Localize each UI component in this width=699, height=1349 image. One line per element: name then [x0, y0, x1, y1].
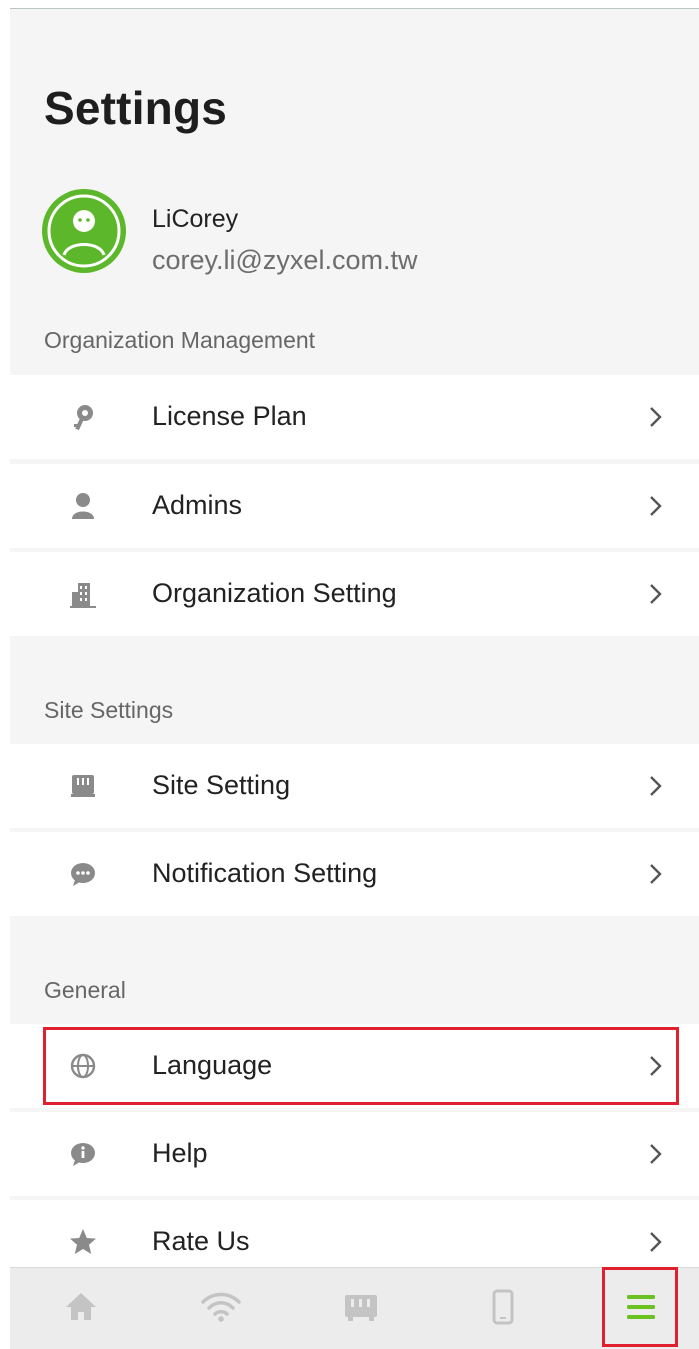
menu-item-label: Organization Setting	[152, 578, 397, 608]
user-email: corey.li@zyxel.com.tw	[152, 245, 418, 275]
page-title: Settings	[44, 82, 228, 134]
settings-screen: Settings LiCorey corey.li@zyxel.com.tw O…	[10, 9, 699, 1349]
menu-highlight-box	[602, 1267, 678, 1347]
chevron-right-icon	[650, 1144, 662, 1164]
person-icon	[68, 491, 98, 521]
menu-item-label: Notification Setting	[152, 858, 378, 888]
menu-item-label: Site Setting	[152, 770, 291, 800]
menu-item-label: Admins	[152, 490, 243, 520]
section-header-site: Site Settings	[44, 697, 174, 723]
avatar-icon	[42, 189, 126, 273]
menu-item-label: License Plan	[152, 401, 307, 431]
chevron-right-icon	[650, 496, 662, 516]
section-header-organization: Organization Management	[44, 327, 316, 353]
chevron-right-icon	[650, 776, 662, 796]
bottom-nav	[10, 1267, 699, 1349]
menu-item-notification-setting[interactable]: Notification Setting	[10, 832, 699, 916]
menu-item-organization-setting[interactable]: Organization Setting	[10, 552, 699, 636]
menu-item-label: Help	[152, 1138, 208, 1168]
chevron-right-icon	[650, 584, 662, 604]
star-icon	[68, 1227, 98, 1257]
menu-item-help[interactable]: Help	[10, 1112, 699, 1196]
menu-item-label: Rate Us	[152, 1226, 250, 1256]
nav-devices[interactable]	[336, 1282, 386, 1332]
wifi-icon	[201, 1292, 241, 1322]
chat-bubble-icon	[68, 859, 98, 889]
chevron-right-icon	[650, 1232, 662, 1252]
device-icon	[345, 1295, 377, 1321]
nav-home[interactable]	[56, 1282, 106, 1332]
menu-item-license-plan[interactable]: License Plan	[10, 375, 699, 459]
section-header-general: General	[44, 977, 126, 1003]
info-icon	[68, 1139, 98, 1169]
user-name: LiCorey	[152, 205, 239, 233]
home-icon	[66, 1293, 96, 1320]
phone-icon	[492, 1289, 514, 1325]
menu-item-site-setting[interactable]: Site Setting	[10, 744, 699, 828]
language-highlight-box	[43, 1027, 679, 1105]
chevron-right-icon	[650, 407, 662, 427]
profile-card[interactable]: LiCorey corey.li@zyxel.com.tw	[42, 189, 642, 281]
menu-item-admins[interactable]: Admins	[10, 464, 699, 548]
nav-mobile[interactable]	[478, 1282, 528, 1332]
nav-wifi[interactable]	[196, 1282, 246, 1332]
chevron-right-icon	[650, 864, 662, 884]
building-icon	[68, 579, 98, 609]
key-icon	[68, 402, 98, 432]
device-icon	[68, 771, 98, 801]
